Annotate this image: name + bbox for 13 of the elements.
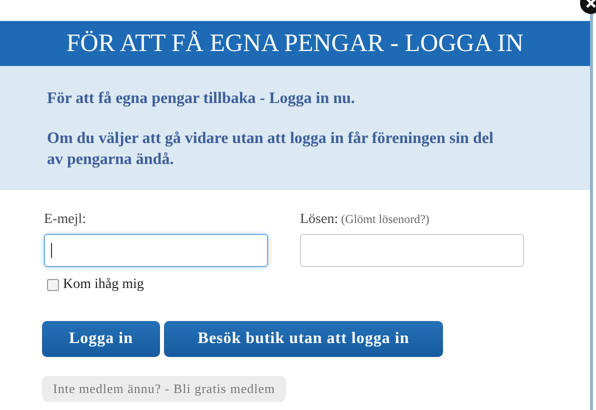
signup-link[interactable]: Inte medlem ännu? - Bli gratis medlem: [42, 376, 286, 402]
dialog-title: FÖR ATT FÅ EGNA PENGAR - LOGGA IN: [0, 21, 590, 66]
visit-shop-button[interactable]: Besök butik utan att logga in: [164, 321, 443, 357]
checkbox[interactable]: [47, 279, 59, 291]
intro-text: För att få egna pengar tillbaka - Logga in nu.: [47, 89, 356, 109]
input-field[interactable]: [44, 234, 268, 267]
forgot-password-link[interactable]: (Glömt lösenord?): [341, 212, 430, 226]
intro-text: Om du väljer att gå vidare utan att logga in får föreningen sin del av pengarna ändå.: [47, 129, 494, 170]
login-button[interactable]: Logga in: [42, 321, 160, 357]
input-field[interactable]: [300, 234, 524, 267]
remember-label: Kom ihåg mig: [63, 277, 144, 293]
field-label: Lösen:: [300, 212, 338, 227]
field-label: E-mejl:: [44, 212, 86, 227]
